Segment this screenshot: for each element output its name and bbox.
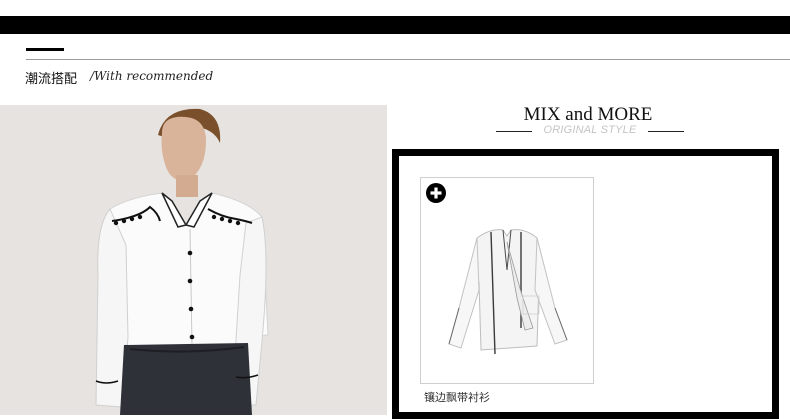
product-image[interactable] [421, 178, 593, 383]
model-photo [0, 105, 387, 415]
product-card[interactable] [420, 177, 594, 384]
section-accent-bar [26, 48, 64, 51]
model-illustration [0, 105, 387, 415]
mix-title: MIX and MORE [523, 104, 653, 125]
section-divider [26, 59, 790, 60]
plus-circle-icon[interactable] [426, 183, 446, 203]
product-name[interactable]: 镶边飘带衬衫 [424, 389, 490, 405]
mix-subtitle: ORIGINAL STYLE [543, 124, 637, 136]
mix-line-right [648, 131, 684, 132]
top-header-bar [0, 16, 790, 34]
section-title: 潮流搭配 [25, 72, 78, 87]
mix-line-left [496, 131, 532, 132]
section-subtitle: /With recommended [90, 69, 214, 83]
